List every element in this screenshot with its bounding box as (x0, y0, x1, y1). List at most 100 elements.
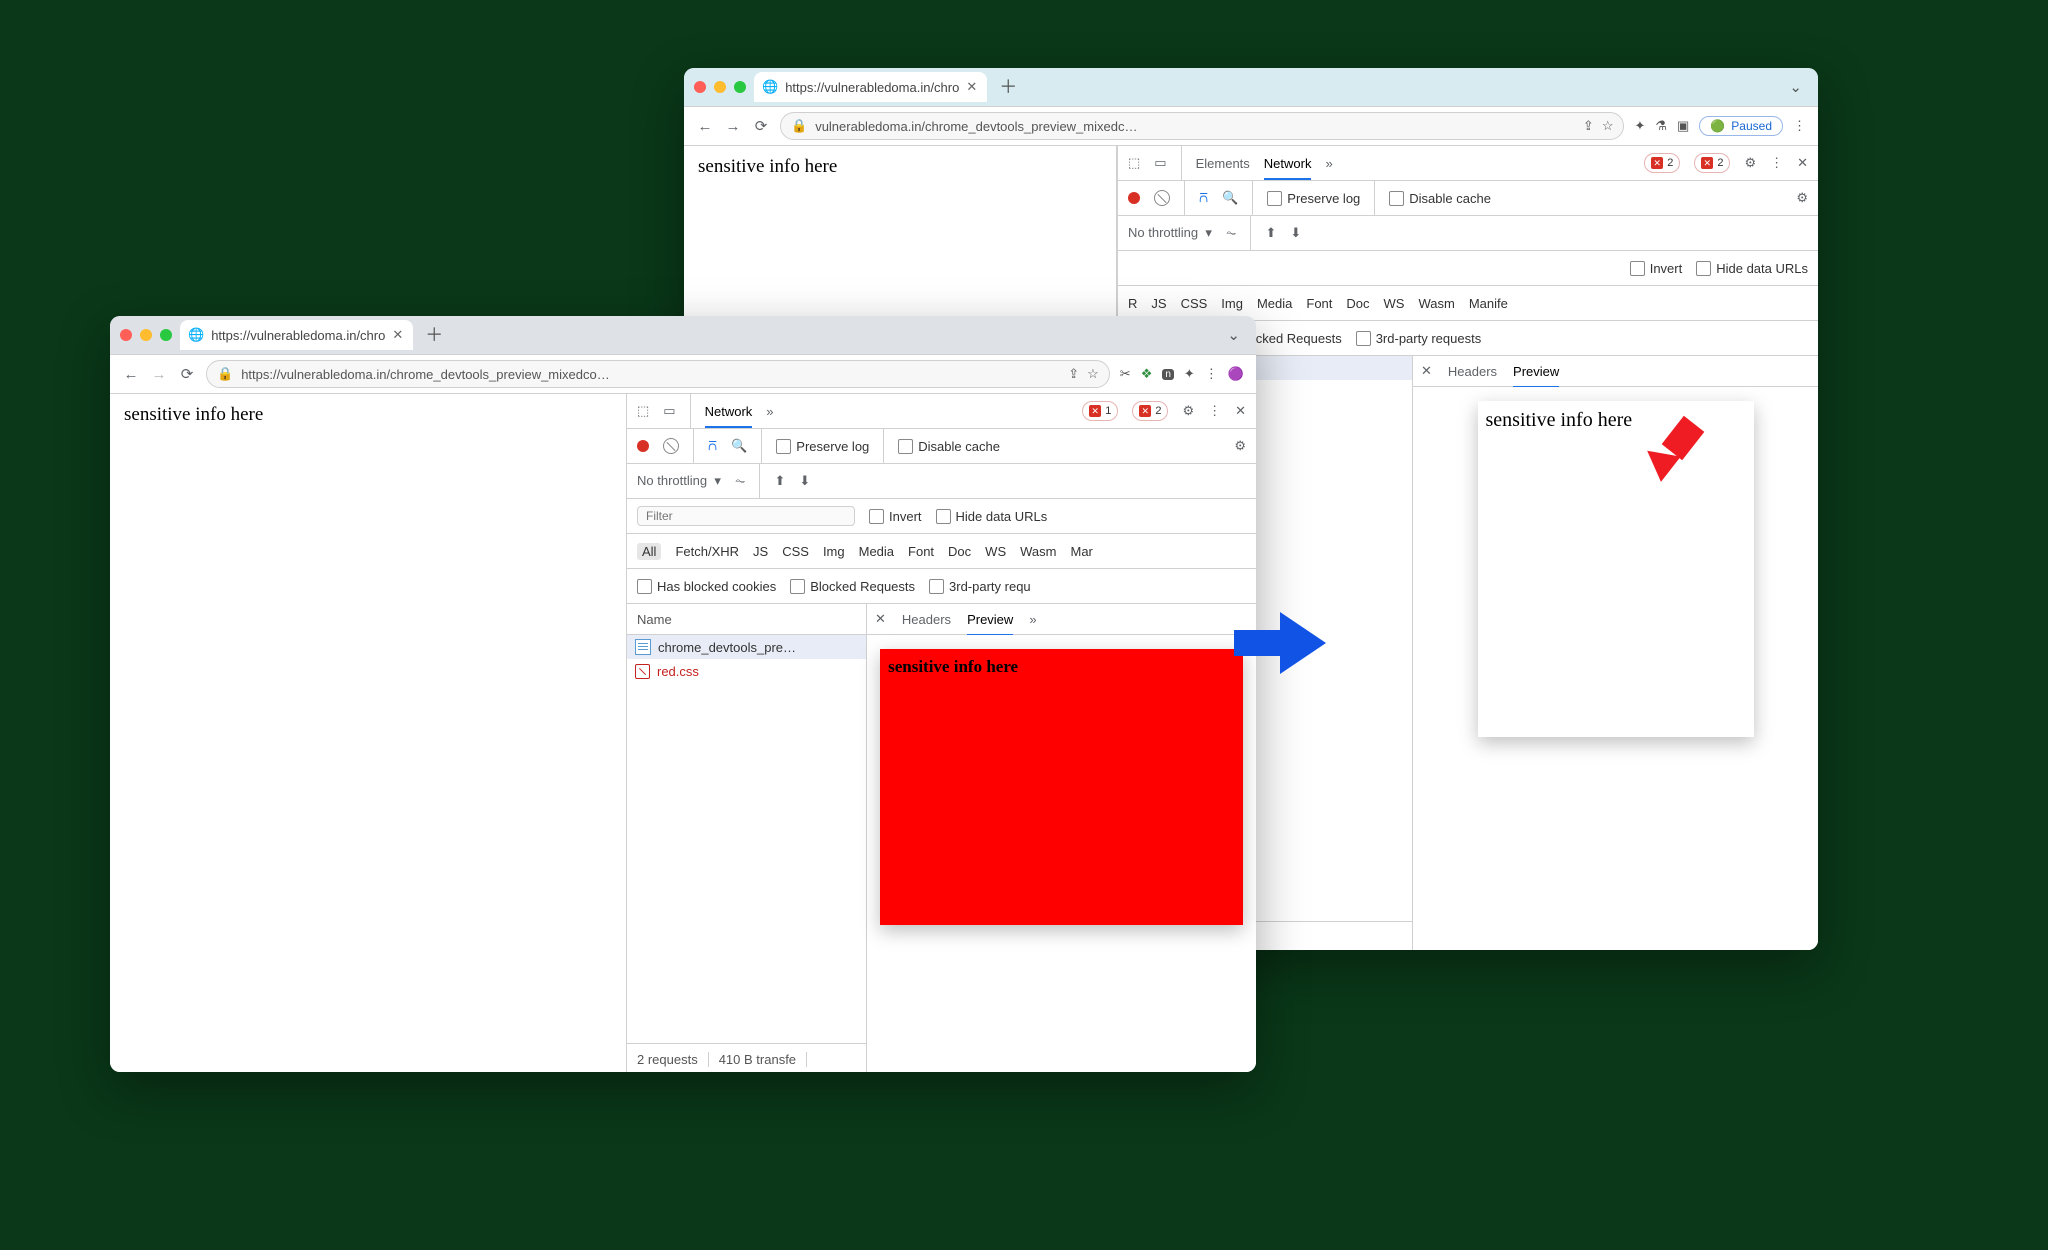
tab-network[interactable]: Network (1264, 156, 1312, 180)
device-icon[interactable]: ▭ (1154, 155, 1166, 171)
tab-list-button[interactable]: ⌄ (1221, 326, 1246, 344)
issue-count-badge[interactable]: ✕2 (1694, 153, 1730, 173)
new-tab-button[interactable]: ＋ (995, 78, 1021, 96)
network-settings-icon[interactable]: ⚙ (1234, 438, 1246, 454)
request-row[interactable]: chrome_devtools_pre… (627, 635, 866, 659)
chrome-menu-icon[interactable]: ⋮ (1793, 118, 1806, 134)
invert-checkbox[interactable]: Invert (1630, 261, 1683, 276)
scissors-icon[interactable]: ✂︎ (1120, 366, 1131, 382)
browser-tab[interactable]: 🌐 https://vulnerabledoma.in/chro ✕ (754, 72, 987, 102)
type-filters[interactable]: All Fetch/XHR JS CSS Img Media Font Doc … (627, 534, 1256, 569)
maximize-window-icon[interactable] (160, 329, 172, 341)
download-icon[interactable]: ⬇ (1290, 225, 1301, 241)
maximize-window-icon[interactable] (734, 81, 746, 93)
gear-icon[interactable]: ⚙ (1744, 155, 1756, 171)
close-devtools-icon[interactable]: ✕ (1797, 155, 1808, 171)
avatar-icon[interactable]: 🟣 (1228, 366, 1244, 382)
window-controls[interactable] (694, 81, 746, 93)
upload-icon[interactable]: ⬆ (1265, 225, 1276, 241)
chrome-menu-icon[interactable]: ⋮ (1205, 366, 1218, 382)
invert-checkbox[interactable]: Invert (869, 509, 922, 524)
star-icon[interactable]: ☆ (1087, 366, 1099, 382)
forward-button[interactable]: → (150, 366, 168, 383)
record-button[interactable] (1128, 192, 1140, 204)
close-tab-icon[interactable]: ✕ (392, 327, 403, 343)
profile-chip[interactable]: 🟢 Paused (1699, 116, 1783, 136)
close-devtools-icon[interactable]: ✕ (1235, 403, 1246, 419)
star-icon[interactable]: ☆ (1602, 118, 1614, 134)
share-icon[interactable]: ⇪ (1068, 366, 1079, 382)
column-header-name[interactable]: Name (627, 604, 866, 635)
preserve-log-checkbox[interactable]: Preserve log (776, 439, 869, 454)
address-bar[interactable]: 🔒 vulnerabledoma.in/chrome_devtools_prev… (780, 112, 1624, 140)
search-icon[interactable]: 🔍 (731, 438, 747, 454)
has-blocked-cookies-checkbox[interactable]: Has blocked cookies (637, 579, 776, 594)
third-party-checkbox[interactable]: 3rd-party requests (1356, 331, 1482, 346)
filter-icon[interactable]: ⩃ (1199, 190, 1208, 206)
panel-icon[interactable]: ▣ (1677, 118, 1689, 134)
throttling-select[interactable]: No throttling ▾ (1128, 225, 1212, 241)
tab-preview[interactable]: Preview (1513, 364, 1559, 388)
record-button[interactable] (637, 440, 649, 452)
extensions-icon[interactable]: ✦ (1184, 366, 1195, 382)
network-settings-icon[interactable]: ⚙ (1796, 190, 1808, 206)
reload-button[interactable]: ⟳ (752, 117, 770, 135)
forward-button[interactable]: → (724, 118, 742, 135)
close-window-icon[interactable] (694, 81, 706, 93)
hide-data-urls-checkbox[interactable]: Hide data URLs (1696, 261, 1808, 276)
tab-more[interactable]: » (766, 404, 773, 419)
inspect-icon[interactable]: ⬚ (1128, 155, 1140, 171)
disable-cache-checkbox[interactable]: Disable cache (1389, 191, 1491, 206)
tab-more[interactable]: » (1325, 156, 1332, 171)
hide-data-urls-checkbox[interactable]: Hide data URLs (936, 509, 1048, 524)
new-tab-button[interactable]: ＋ (421, 326, 447, 344)
search-icon[interactable]: 🔍 (1222, 190, 1238, 206)
share-icon[interactable]: ⇪ (1583, 118, 1594, 134)
reload-button[interactable]: ⟳ (178, 365, 196, 383)
minimize-window-icon[interactable] (714, 81, 726, 93)
tab-list-button[interactable]: ⌄ (1783, 78, 1808, 96)
extensions-icon[interactable]: ✦ (1634, 118, 1645, 134)
upload-icon[interactable]: ⬆ (774, 473, 785, 489)
browser-tab[interactable]: 🌐 https://vulnerabledoma.in/chro ✕ (180, 320, 413, 350)
disable-cache-checkbox[interactable]: Disable cache (898, 439, 1000, 454)
issue-count-badge[interactable]: ✕2 (1132, 401, 1168, 421)
preserve-log-checkbox[interactable]: Preserve log (1267, 191, 1360, 206)
tab-more[interactable]: » (1029, 612, 1036, 627)
back-button[interactable]: ← (122, 366, 140, 383)
tab-elements[interactable]: Elements (1196, 156, 1250, 171)
inspect-icon[interactable]: ⬚ (637, 403, 649, 419)
gear-icon[interactable]: ⚙ (1182, 403, 1194, 419)
filter-icon[interactable]: ⩃ (708, 438, 717, 454)
close-window-icon[interactable] (120, 329, 132, 341)
minimize-window-icon[interactable] (140, 329, 152, 341)
tab-preview[interactable]: Preview (967, 612, 1013, 636)
flask-icon[interactable]: ⚗︎ (1655, 118, 1667, 134)
ext2-icon[interactable]: n (1162, 369, 1174, 380)
close-preview-icon[interactable]: ✕ (875, 611, 886, 627)
tab-headers[interactable]: Headers (1448, 364, 1497, 379)
third-party-checkbox[interactable]: 3rd-party requ (929, 579, 1031, 594)
error-count-badge[interactable]: ✕2 (1644, 153, 1680, 173)
address-bar[interactable]: 🔒 https://vulnerabledoma.in/chrome_devto… (206, 360, 1110, 388)
device-icon[interactable]: ▭ (663, 403, 675, 419)
wifi-icon[interactable]: ⏦ (1226, 225, 1237, 241)
request-row[interactable]: red.css (627, 659, 866, 683)
clear-button[interactable] (1154, 190, 1170, 206)
throttling-select[interactable]: No throttling ▾ (637, 473, 721, 489)
download-icon[interactable]: ⬇ (799, 473, 810, 489)
kebab-icon[interactable]: ⋮ (1208, 403, 1221, 419)
ext1-icon[interactable]: ❖ (1141, 366, 1153, 382)
error-count-badge[interactable]: ✕1 (1082, 401, 1118, 421)
window-controls[interactable] (120, 329, 172, 341)
filter-input[interactable] (637, 506, 855, 526)
kebab-icon[interactable]: ⋮ (1770, 155, 1783, 171)
close-preview-icon[interactable]: ✕ (1421, 363, 1432, 379)
tab-network[interactable]: Network (705, 404, 753, 428)
clear-button[interactable] (663, 438, 679, 454)
close-tab-icon[interactable]: ✕ (966, 79, 977, 95)
blocked-requests-checkbox[interactable]: Blocked Requests (790, 579, 915, 594)
back-button[interactable]: ← (696, 118, 714, 135)
tab-headers[interactable]: Headers (902, 612, 951, 627)
wifi-icon[interactable]: ⏦ (735, 473, 746, 489)
